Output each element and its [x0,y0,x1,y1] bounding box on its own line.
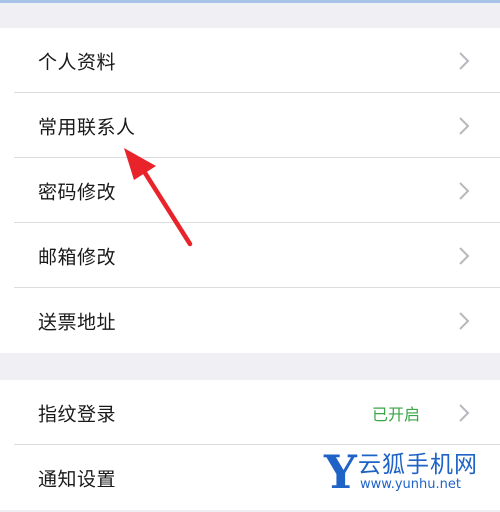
menu-item-profile[interactable]: 个人资料 [0,28,500,93]
menu-item-contacts[interactable]: 常用联系人 [0,93,500,158]
watermark-letter: Y [324,445,357,499]
watermark-url: www.yunhu.net [360,477,461,492]
watermark-name: 云狐手机网 [358,452,478,478]
menu-item-label: 常用联系人 [38,116,136,138]
chevron-right-icon [459,403,470,422]
watermark-logo: Y 云狐手机网 www.yunhu.net [324,445,496,499]
chevron-right-icon [459,51,470,70]
menu-item-label: 送票地址 [38,311,117,333]
menu-item-fingerprint-login[interactable]: 指纹登录 已开启 [0,380,500,445]
menu-item-label: 指纹登录 [38,403,117,425]
menu-item-email[interactable]: 邮箱修改 [0,223,500,288]
account-settings-group: 个人资料 常用联系人 密码修改 邮箱修改 送票地址 [0,28,500,353]
menu-item-label: 个人资料 [38,51,117,73]
chevron-right-icon [459,311,470,330]
top-border [0,0,500,3]
menu-item-password[interactable]: 密码修改 [0,158,500,223]
chevron-right-icon [459,246,470,265]
menu-item-label: 邮箱修改 [38,246,117,268]
menu-item-label: 密码修改 [38,181,117,203]
menu-item-label: 通知设置 [38,468,117,490]
status-text: 已开启 [371,404,420,424]
menu-item-delivery-address[interactable]: 送票地址 [0,288,500,353]
chevron-right-icon [459,116,470,135]
chevron-right-icon [459,181,470,200]
